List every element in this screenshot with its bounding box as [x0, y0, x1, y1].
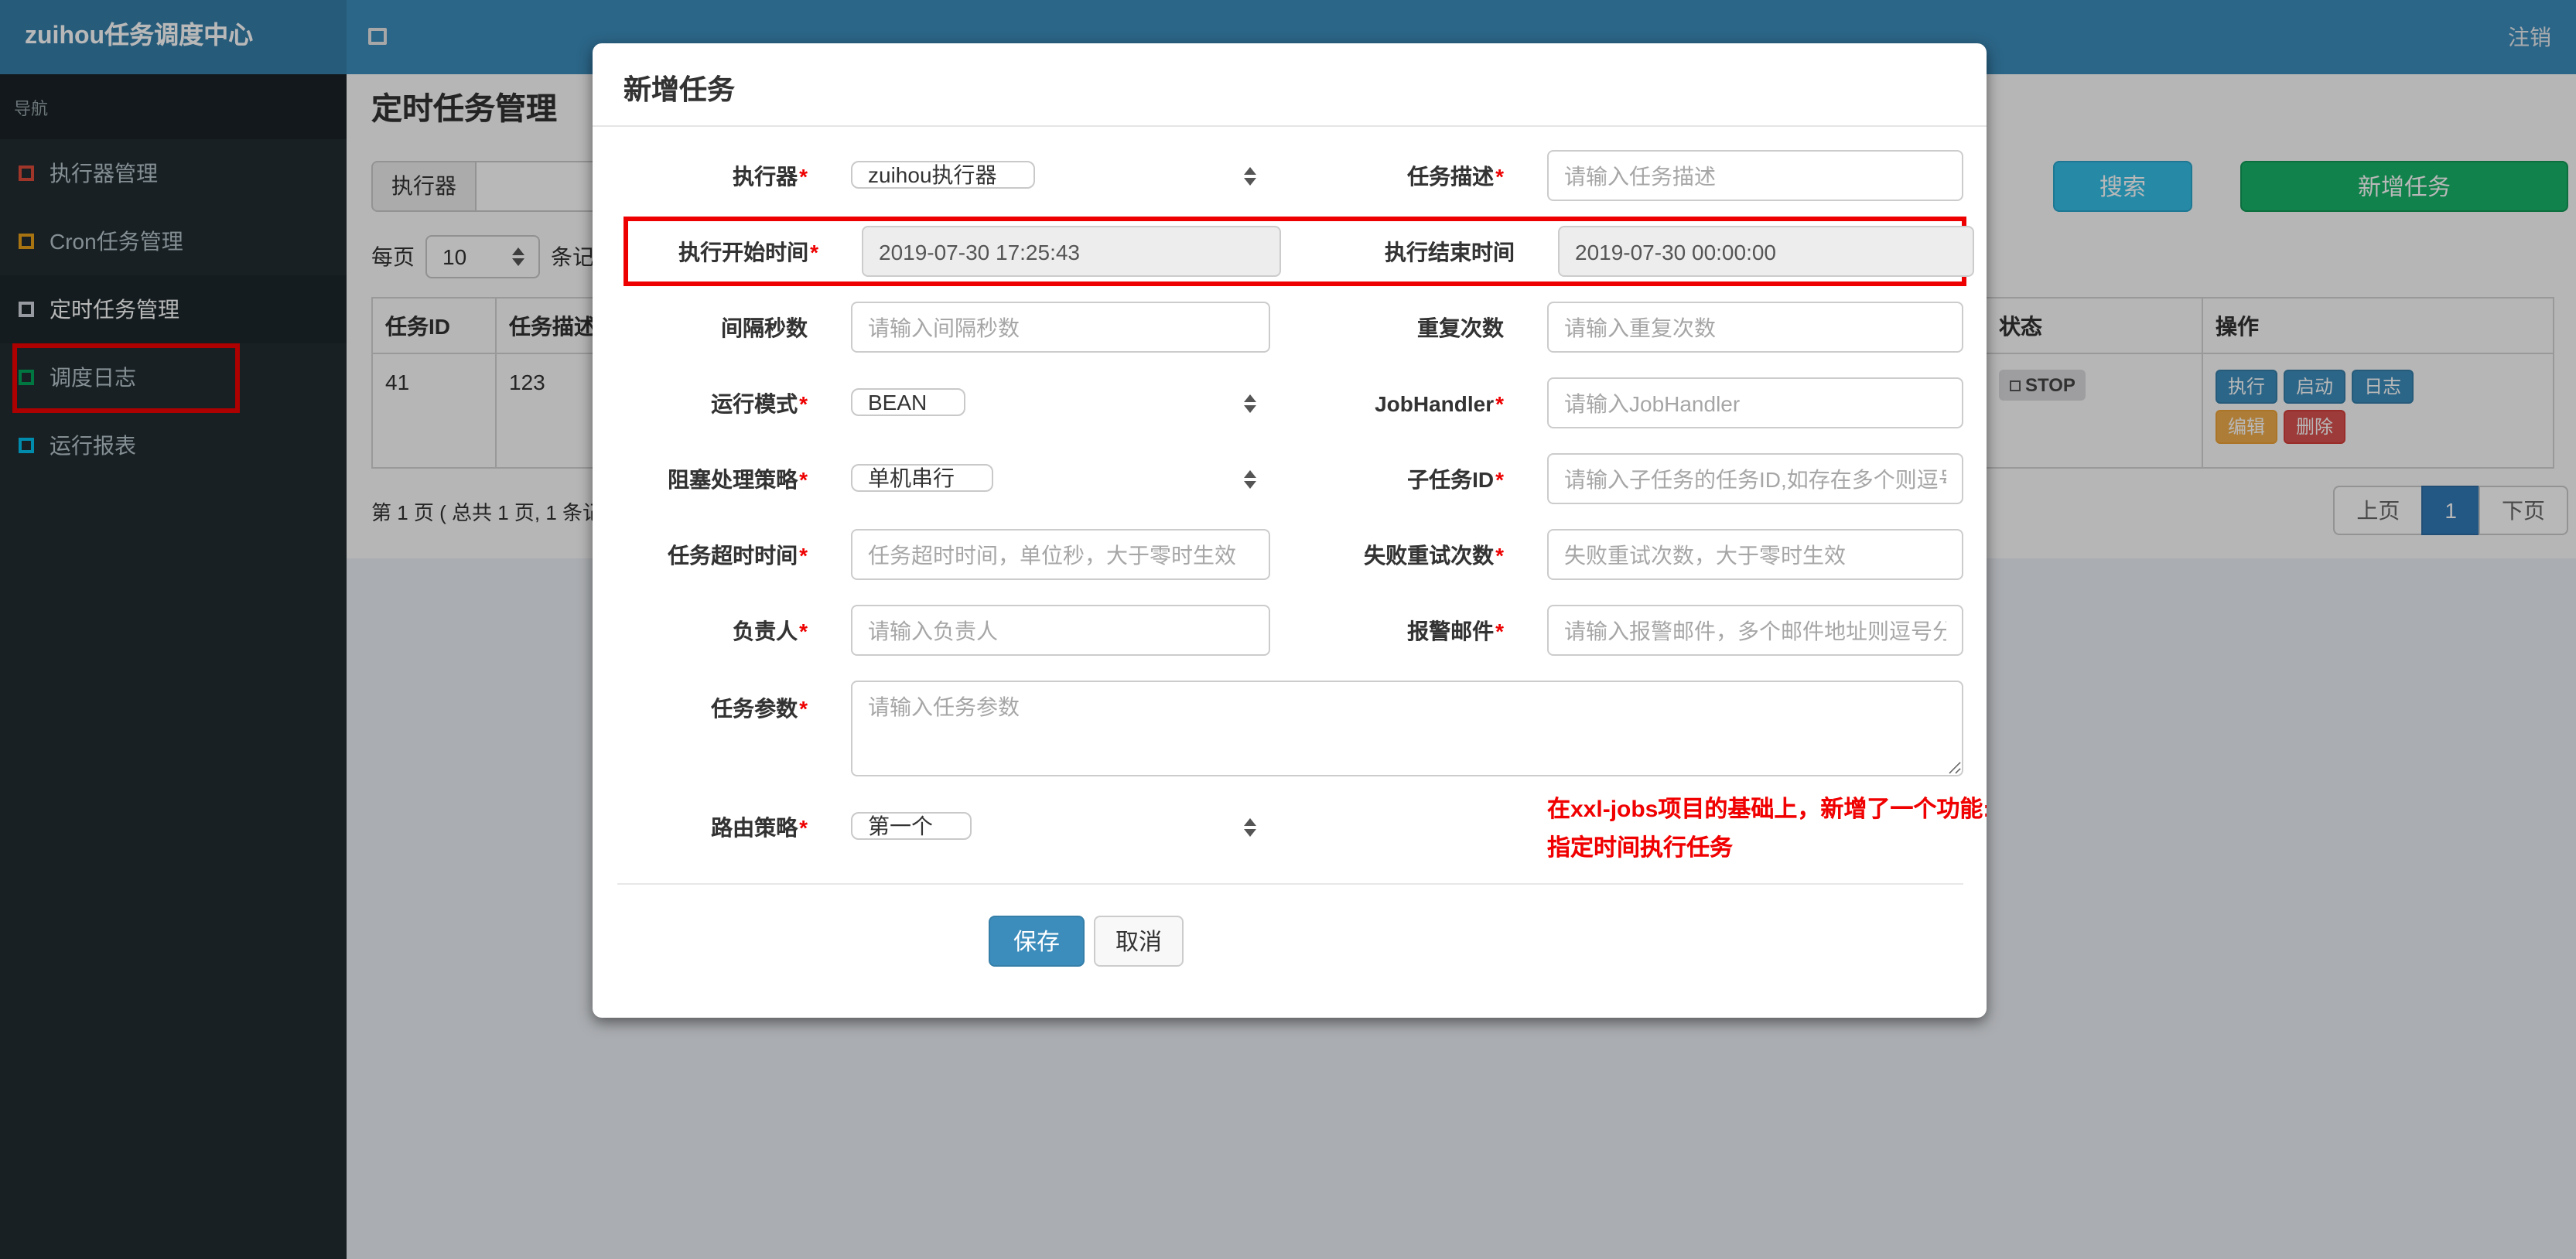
- alarm-email-input[interactable]: [1547, 605, 1963, 656]
- task-desc-input[interactable]: [1547, 150, 1963, 201]
- end-time-label: 执行结束时间: [1385, 239, 1515, 264]
- interval-input[interactable]: [851, 302, 1270, 353]
- jobhandler-input[interactable]: [1547, 377, 1963, 428]
- modal-body: 执行器 zuihou执行器 任务描述 执行开始时间 执行结束时间: [593, 127, 1987, 967]
- repeat-count-input[interactable]: [1547, 302, 1963, 353]
- jobhandler-label: JobHandler: [1270, 391, 1547, 415]
- route-strategy-select[interactable]: 第一个: [851, 812, 972, 840]
- route-strategy-label: 路由策略: [617, 811, 851, 842]
- select-stepper-icon: [1244, 469, 1256, 488]
- feature-note-line1: 在xxl-jobs项目的基础上，新增了一个功能:: [1547, 797, 1987, 823]
- repeat-count-label: 重复次数: [1417, 315, 1504, 339]
- retry-count-label: 失败重试次数: [1270, 539, 1547, 570]
- block-strategy-select-value: 单机串行: [868, 466, 955, 490]
- block-strategy-label: 阻塞处理策略: [617, 463, 851, 494]
- run-mode-label: 运行模式: [617, 387, 851, 418]
- select-stepper-icon: [1244, 817, 1256, 836]
- end-time-input[interactable]: [1558, 226, 1974, 277]
- executor-select-value: zuihou执行器: [868, 162, 997, 187]
- feature-note: 在xxl-jobs项目的基础上，新增了一个功能: 指定时间执行任务: [1547, 790, 1987, 868]
- modal-footer: 保存 取消: [617, 885, 1963, 967]
- task-param-textarea[interactable]: [851, 681, 1963, 776]
- retry-count-input[interactable]: [1547, 529, 1963, 580]
- start-time-input[interactable]: [862, 226, 1281, 277]
- annotation-highlight-datetime-row: 执行开始时间 执行结束时间: [624, 217, 1974, 286]
- task-param-label: 任务参数: [617, 693, 851, 724]
- run-mode-select[interactable]: BEAN: [851, 388, 966, 416]
- executor-select[interactable]: zuihou执行器: [851, 161, 1036, 189]
- select-stepper-icon: [1244, 394, 1256, 412]
- child-task-id-input[interactable]: [1547, 453, 1963, 504]
- save-button[interactable]: 保存: [989, 916, 1085, 967]
- owner-label: 负责人: [617, 615, 851, 646]
- executor-label: 执行器: [617, 160, 851, 191]
- interval-label: 间隔秒数: [721, 315, 808, 339]
- cancel-button[interactable]: 取消: [1094, 916, 1184, 967]
- timeout-input[interactable]: [851, 529, 1270, 580]
- start-time-label: 执行开始时间: [628, 236, 862, 267]
- run-mode-select-value: BEAN: [868, 390, 928, 415]
- modal-title: 新增任务: [624, 74, 735, 105]
- app-window: zuihou任务调度中心 注销 导航 执行器管理 Cron任务管理 定时任务管理…: [0, 0, 2576, 1259]
- select-stepper-icon: [1244, 166, 1256, 185]
- task-desc-label: 任务描述: [1270, 160, 1547, 191]
- timeout-label: 任务超时时间: [617, 539, 851, 570]
- modal-header: 新增任务: [593, 43, 1987, 127]
- feature-note-line2: 指定时间执行任务: [1547, 835, 1734, 862]
- block-strategy-select[interactable]: 单机串行: [851, 464, 993, 492]
- child-task-id-label: 子任务ID: [1270, 463, 1547, 494]
- route-strategy-select-value: 第一个: [868, 814, 933, 838]
- owner-input[interactable]: [851, 605, 1270, 656]
- add-task-modal: 新增任务 执行器 zuihou执行器 任务描述 执行开始时间: [593, 43, 1987, 1018]
- alarm-email-label: 报警邮件: [1270, 615, 1547, 646]
